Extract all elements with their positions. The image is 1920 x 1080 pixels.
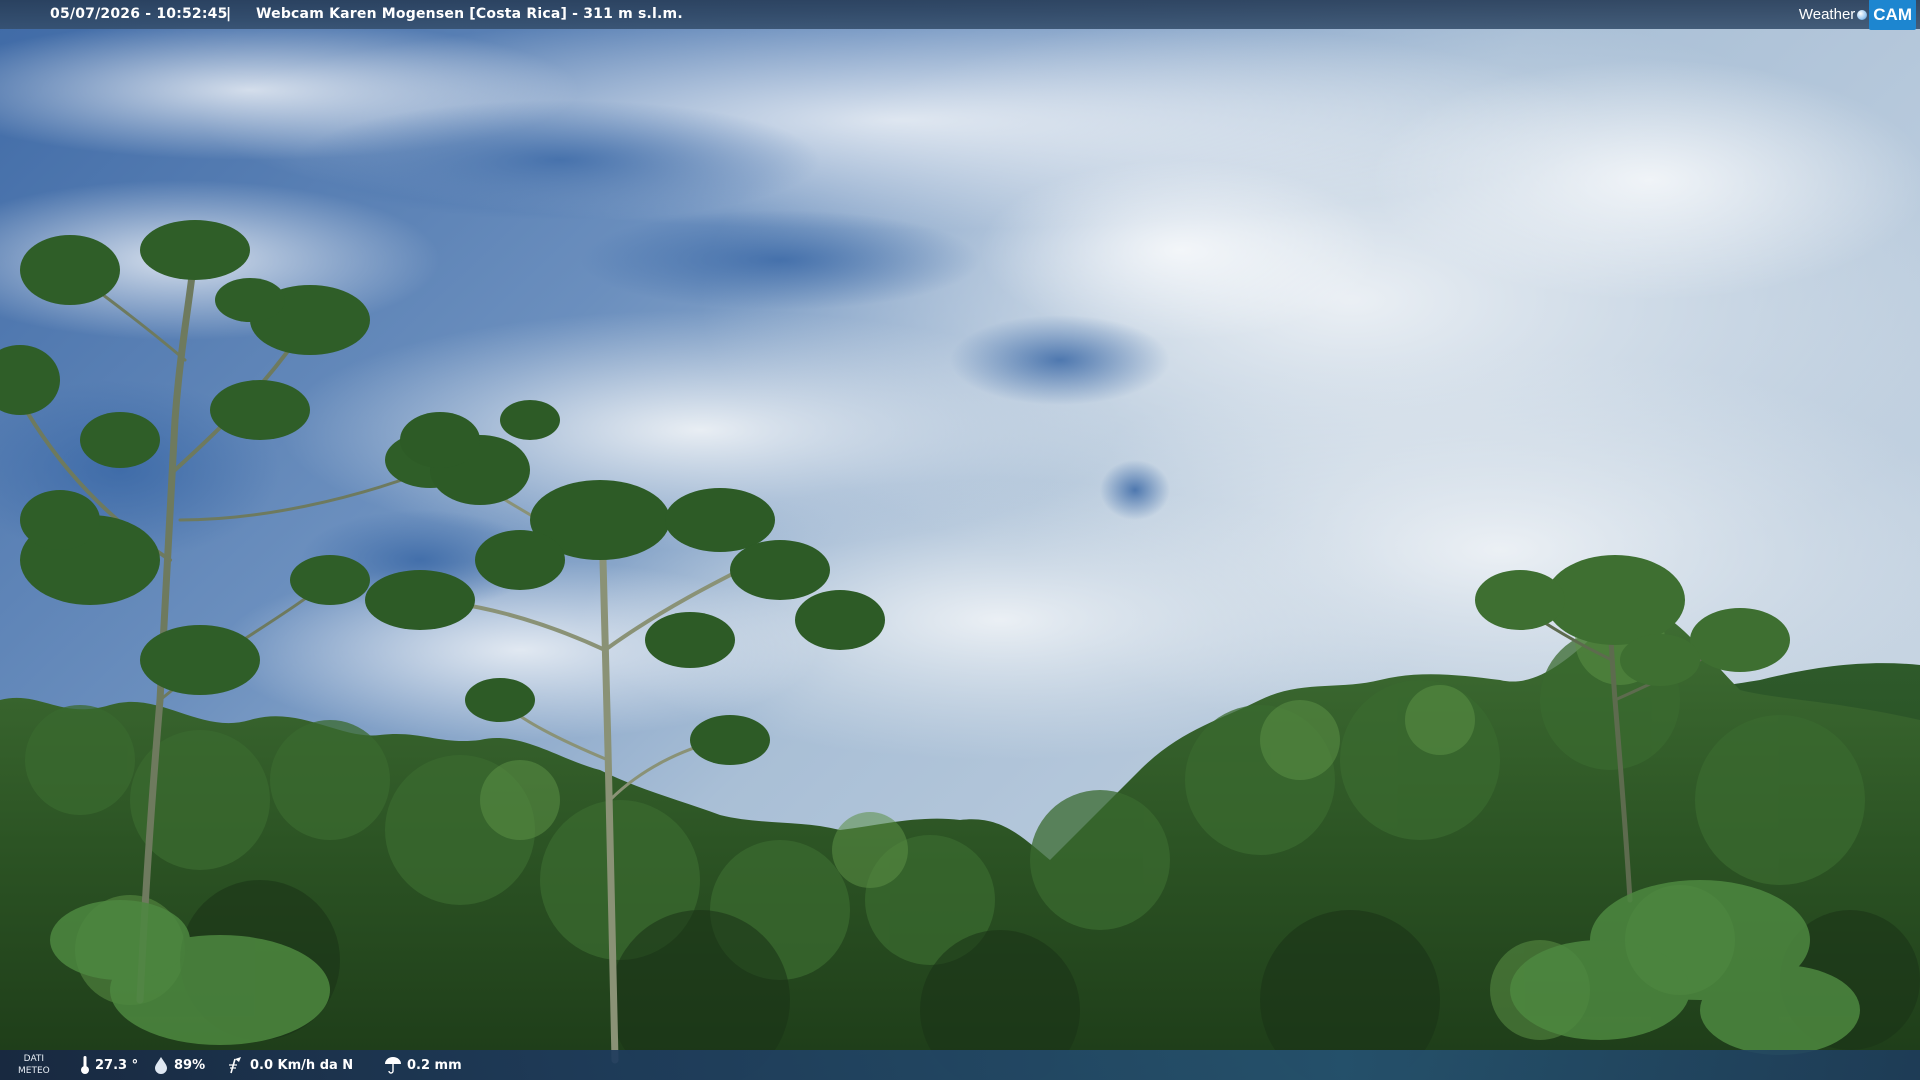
globe-icon xyxy=(1857,9,1868,20)
wind-value: 0.0 Km/h da N xyxy=(250,1057,354,1073)
temperature-value: 27.3 ° xyxy=(95,1057,139,1073)
brand-text-cam: CAM xyxy=(1869,0,1916,30)
temperature-reading: 27.3 ° xyxy=(80,1050,138,1080)
separator: | xyxy=(226,6,232,22)
webcam-frame: 05/07/2026 - 10:52:45 | Webcam Karen Mog… xyxy=(0,0,1920,1080)
wind-reading: 0.0 Km/h da N xyxy=(227,1050,353,1080)
webcam-image xyxy=(0,0,1920,1080)
brand-text-weather: Weather xyxy=(1798,6,1856,23)
wind-icon xyxy=(229,1057,241,1074)
weather-data-bar: DATI METEO 27.3 ° 89% 0.0 Km/h da N 0.2 … xyxy=(0,1050,1920,1080)
humidity-value: 89% xyxy=(174,1057,206,1073)
humidity-reading: 89% xyxy=(153,1050,205,1080)
timestamp: 05/07/2026 - 10:52:45 xyxy=(50,6,228,22)
top-info-bar: 05/07/2026 - 10:52:45 | Webcam Karen Mog… xyxy=(0,0,1920,30)
rain-value: 0.2 mm xyxy=(407,1057,462,1073)
webcam-title: Webcam Karen Mogensen [Costa Rica] - 311… xyxy=(256,6,683,22)
brand-logo: Weather CAM xyxy=(1798,0,1916,30)
umbrella-icon xyxy=(385,1057,401,1074)
weather-label-line1: DATI xyxy=(23,1054,45,1064)
weather-label-line2: METEO xyxy=(18,1066,50,1076)
droplet-icon xyxy=(155,1057,167,1074)
rain-reading: 0.2 mm xyxy=(384,1050,462,1080)
weather-label: DATI METEO xyxy=(18,1053,50,1077)
thermometer-icon xyxy=(81,1056,89,1074)
